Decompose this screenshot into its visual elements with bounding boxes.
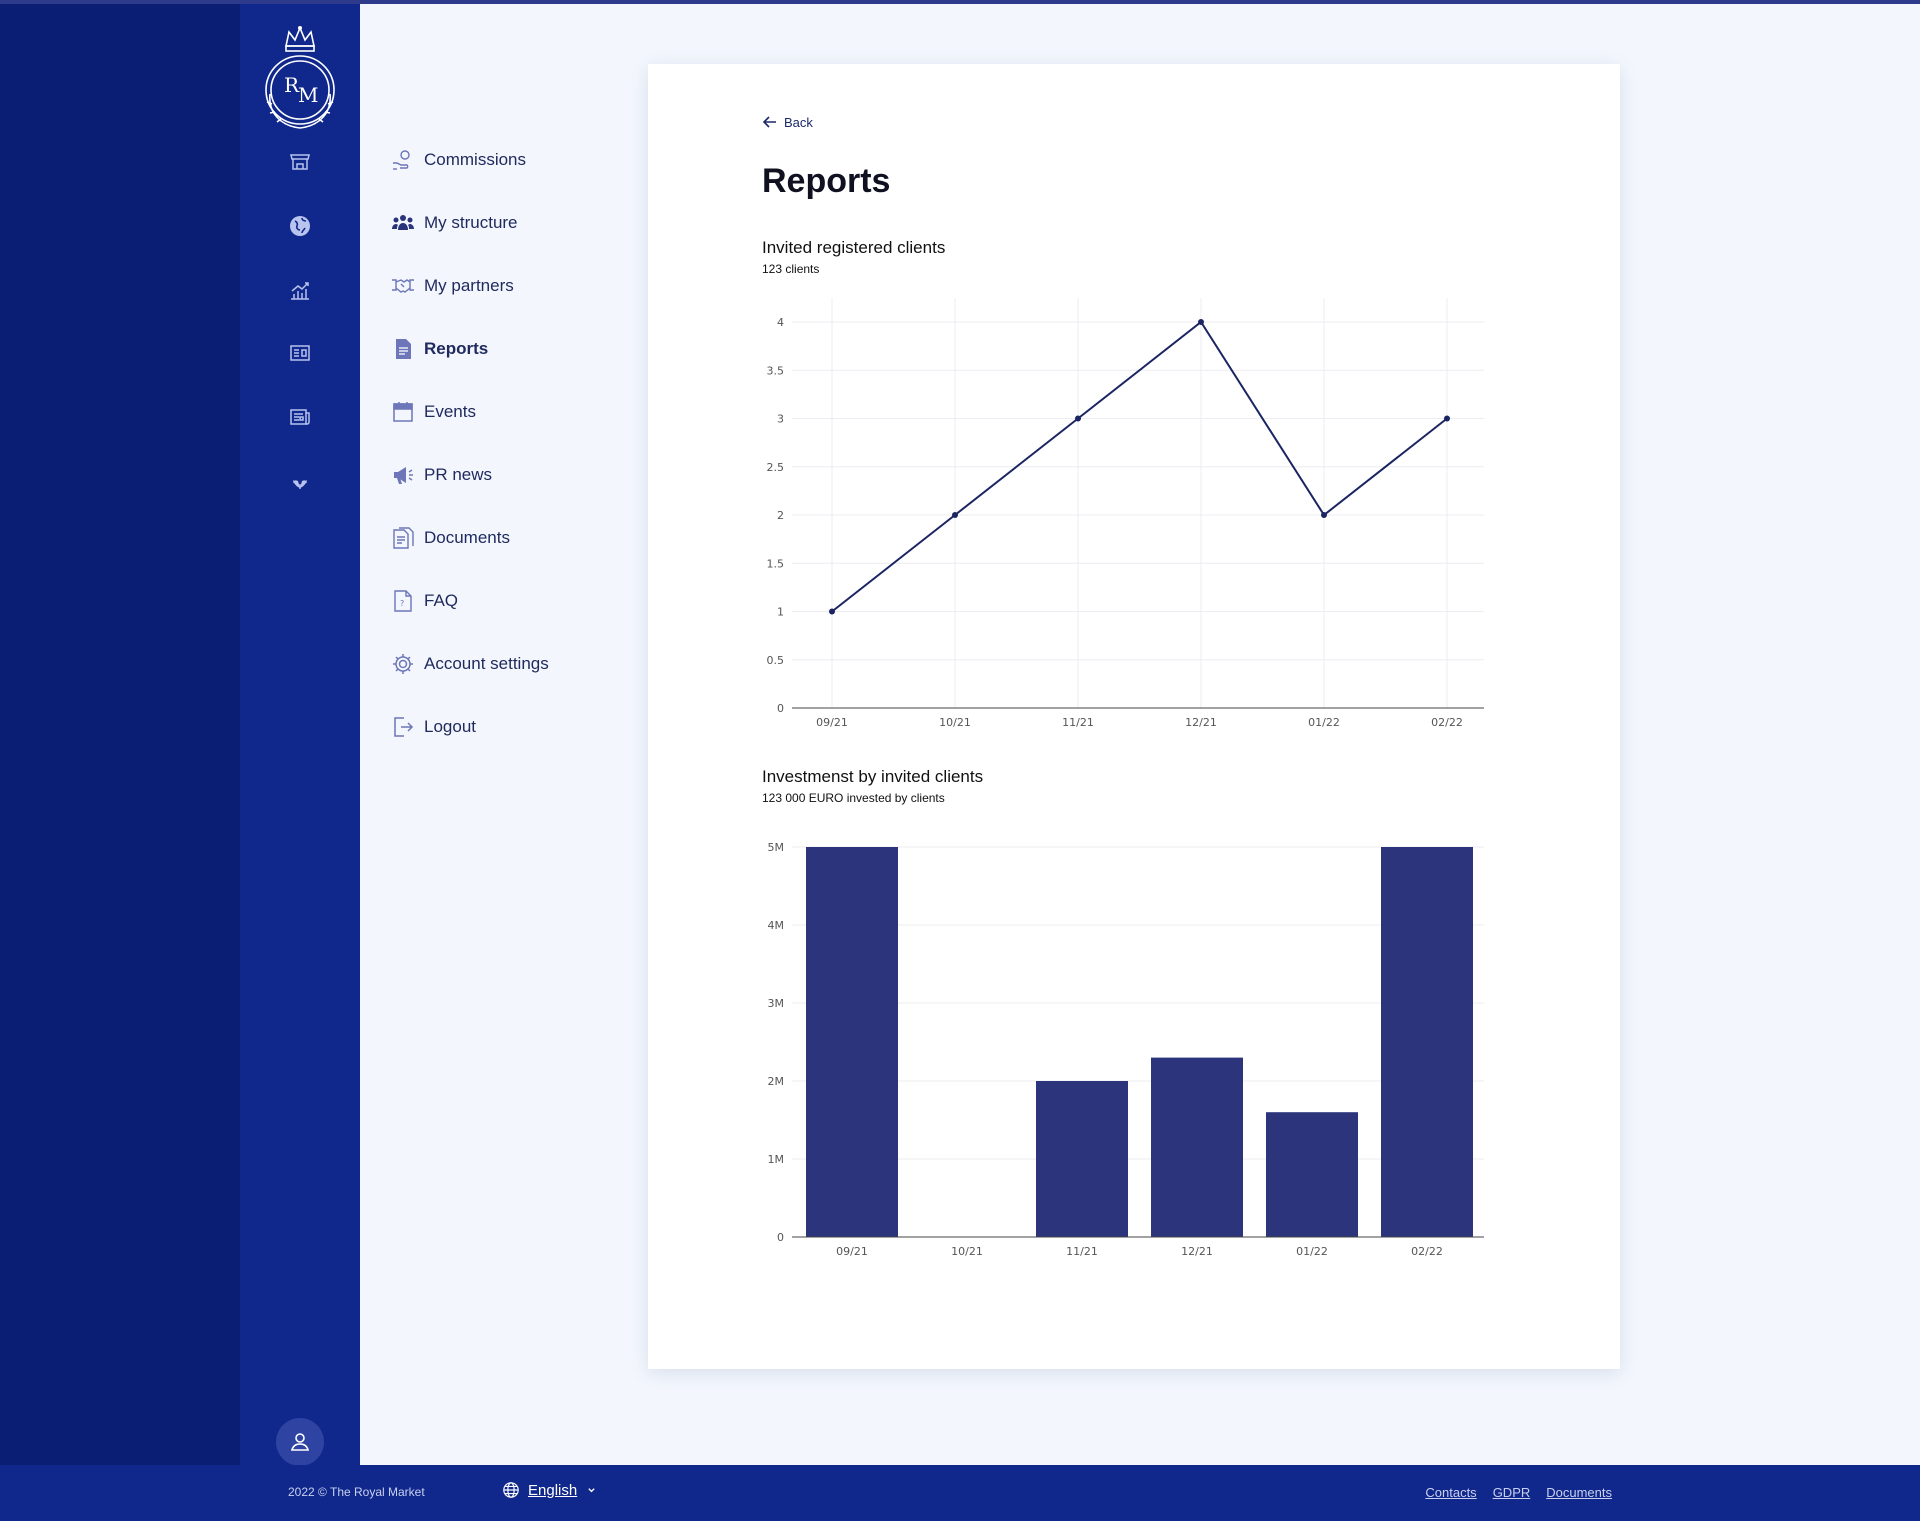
nav-item-commissions[interactable]: Commissions — [390, 140, 630, 180]
bar-chart-bar — [806, 847, 898, 1237]
bar-chart-x-tick-label: 09/21 — [836, 1245, 868, 1258]
copyright-text: 2022 © The Royal Market — [288, 1485, 425, 1499]
bar-chart-y-tick-label: 5M — [768, 841, 785, 854]
nav-item-events[interactable]: Events — [390, 392, 630, 432]
user-icon — [290, 1433, 310, 1451]
nav-label: Logout — [424, 717, 476, 736]
reports-card: Back Reports Invited registered clients … — [648, 64, 1620, 1369]
globe-icon — [503, 1482, 519, 1498]
faq-icon: ? — [390, 588, 416, 614]
nav-item-pr-news[interactable]: PR news — [390, 455, 630, 495]
nav-label: PR news — [424, 465, 493, 484]
language-label: English — [528, 1481, 578, 1499]
nav-label: Documents — [424, 528, 510, 547]
nav-label: Events — [424, 402, 476, 421]
nav-item-documents[interactable]: Documents — [390, 518, 630, 558]
nav-item-my-structure[interactable]: My structure — [390, 203, 630, 243]
team-icon — [390, 210, 416, 236]
calendar-icon — [390, 399, 416, 425]
nav-label: My structure — [424, 213, 518, 232]
bar-chart-x-tick-label: 12/21 — [1181, 1245, 1213, 1258]
bar-chart-y-tick-label: 4M — [768, 919, 785, 932]
footer: 2022 © The Royal Market English Contacts… — [0, 1465, 1920, 1521]
bar-chart-y-tick-label: 2M — [768, 1075, 785, 1088]
logout-icon — [390, 714, 416, 740]
nav-item-logout[interactable]: Logout — [390, 707, 630, 747]
bar-chart-x-tick-label: 10/21 — [951, 1245, 983, 1258]
nav-item-my-partners[interactable]: My partners — [390, 266, 630, 306]
bar-chart-y-tick-label: 3M — [768, 997, 785, 1010]
bar-chart-bar — [1151, 1057, 1243, 1237]
royal-market-logo[interactable]: R M — [256, 24, 344, 130]
nav-label: My partners — [424, 276, 514, 295]
nav-label: Account settings — [424, 654, 549, 673]
footer-link-contacts[interactable]: Contacts — [1425, 1485, 1476, 1500]
nav-label: FAQ — [424, 591, 459, 610]
megaphone-icon — [390, 462, 416, 488]
coins-hand-icon — [390, 147, 416, 173]
bar-chart-x-tick-label: 02/22 — [1411, 1245, 1443, 1258]
investments-bar-chart: 0 1M 2M 3M 4M 5M 09/21 10/21 11/21 12/21 01/22 02/2… — [768, 841, 1484, 1258]
svg-text:M: M — [298, 83, 318, 107]
chevron-down-icon — [588, 1487, 595, 1492]
bar-chart-bar — [1266, 1112, 1358, 1237]
footer-link-gdpr[interactable]: GDPR — [1493, 1485, 1531, 1500]
icon-rail: R M — [240, 4, 360, 1466]
bar-chart-bar — [1036, 1081, 1128, 1237]
nav-label: Reports — [424, 339, 489, 358]
newspaper-icon[interactable] — [288, 405, 312, 429]
nav-item-faq[interactable]: ? FAQ — [390, 581, 630, 621]
bar-chart-x-tick-label: 11/21 — [1066, 1245, 1098, 1258]
bar-chart-y-tick-label: 1M — [768, 1153, 785, 1166]
bar-chart-y-tick-label: 0 — [777, 1231, 784, 1244]
bar-chart-bar — [1381, 847, 1473, 1237]
left-background-panel — [0, 4, 240, 1465]
report-document-icon — [390, 336, 416, 362]
globe-icon[interactable] — [288, 214, 312, 238]
language-selector[interactable]: English — [502, 1481, 596, 1499]
nav-item-account-settings[interactable]: Account settings — [390, 644, 630, 684]
documents-icon — [390, 525, 416, 551]
footer-link-documents[interactable]: Documents — [1546, 1485, 1612, 1500]
growth-chart-icon[interactable] — [288, 278, 312, 302]
nav-item-reports[interactable]: Reports — [390, 329, 630, 369]
store-icon[interactable] — [288, 150, 312, 174]
user-avatar-button[interactable] — [276, 1418, 324, 1466]
news-card-icon[interactable] — [288, 341, 312, 365]
nav-label: Commissions — [424, 150, 527, 169]
gear-icon — [390, 651, 416, 677]
laurel-icon[interactable] — [288, 468, 312, 492]
bar-chart-x-tick-label: 01/22 — [1296, 1245, 1328, 1258]
svg-text:?: ? — [400, 599, 404, 608]
footer-links: Contacts GDPR Documents — [1425, 1485, 1612, 1500]
handshake-icon — [390, 273, 416, 299]
